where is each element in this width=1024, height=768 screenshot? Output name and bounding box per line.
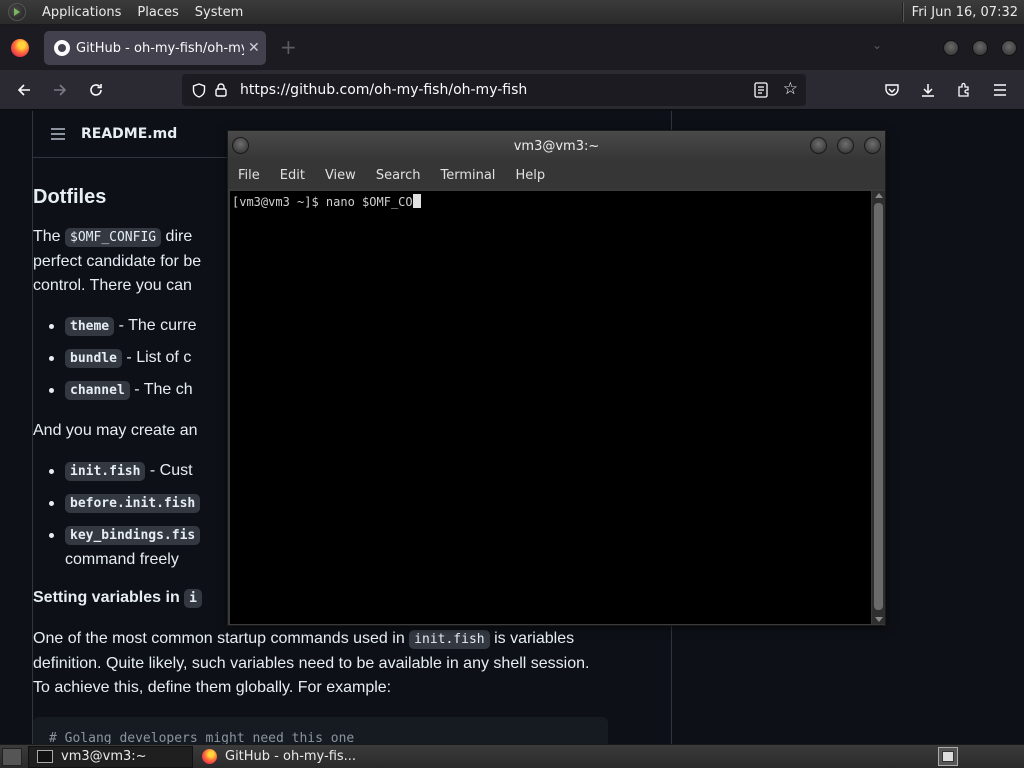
menu-view[interactable]: View: [315, 168, 366, 183]
browser-tab-strip: GitHub - oh-my-fish/oh-my ✕ + ⌄: [0, 25, 1024, 70]
scroll-down-arrow-icon[interactable]: [875, 617, 883, 622]
inline-code: channel: [65, 381, 130, 400]
firefox-icon: [202, 749, 217, 764]
tab-close-icon[interactable]: ✕: [248, 40, 260, 56]
minimize-window-button[interactable]: [943, 40, 959, 56]
workspace-switcher[interactable]: [938, 747, 958, 766]
lock-icon[interactable]: [210, 83, 232, 97]
minimize-window-button[interactable]: [810, 137, 827, 154]
top-panel: Applications Places System Fri Jun 16, 0…: [0, 0, 1024, 25]
browser-nav-bar: https://github.com/oh-my-fish/oh-my-fish…: [0, 70, 1024, 110]
terminal-cursor: [412, 194, 421, 208]
maximize-window-button[interactable]: [972, 40, 988, 56]
terminal-output[interactable]: [vm3@vm3 ~]$ nano $OMF_CO: [230, 191, 871, 624]
variables-paragraph: One of the most common startup commands …: [33, 627, 613, 700]
terminal-prompt-line: [vm3@vm3 ~]$ nano $OMF_CO: [232, 195, 413, 209]
readme-filename: README.md: [81, 126, 178, 142]
menu-edit[interactable]: Edit: [270, 168, 315, 183]
bottom-panel: vm3@vm3:~ GitHub - oh-my-fis...: [0, 744, 1024, 768]
list-item-text: command freely: [65, 551, 179, 568]
menu-search[interactable]: Search: [366, 168, 431, 183]
scroll-up-arrow-icon[interactable]: [875, 193, 883, 198]
bookmark-star-icon[interactable]: ☆: [783, 79, 798, 99]
inline-code: bundle: [65, 349, 122, 368]
clock[interactable]: Fri Jun 16, 07:32: [912, 5, 1018, 20]
new-tab-button[interactable]: +: [280, 37, 297, 57]
list-item-text: - Cust: [145, 462, 193, 479]
extensions-icon[interactable]: [952, 78, 976, 102]
window-menu-button[interactable]: [232, 137, 249, 154]
reader-view-icon[interactable]: [754, 82, 768, 102]
forward-arrow-icon[interactable]: [48, 78, 72, 102]
pocket-icon[interactable]: [880, 78, 904, 102]
list-all-tabs-icon[interactable]: ⌄: [872, 38, 882, 52]
list-item-text: - The ch: [129, 381, 193, 398]
paragraph-text: The: [33, 228, 66, 245]
downloads-icon[interactable]: [916, 78, 940, 102]
places-menu[interactable]: Places: [129, 0, 186, 25]
paragraph-text: dire: [161, 228, 193, 245]
heading-text: Setting variables in: [33, 589, 180, 606]
terminal-window[interactable]: vm3@vm3:~ File Edit View Search Terminal…: [227, 130, 886, 626]
terminal-scrollbar[interactable]: [872, 191, 885, 624]
terminal-titlebar[interactable]: vm3@vm3:~: [228, 131, 885, 161]
tracking-protection-shield-icon[interactable]: [188, 82, 210, 98]
paragraph-text: definition. Quite likely, such variables…: [33, 655, 590, 672]
menu-help[interactable]: Help: [505, 168, 555, 183]
paragraph-text: One of the most common startup commands …: [33, 630, 410, 647]
paragraph-text: perfect candidate for be: [33, 253, 202, 270]
taskbar-label: GitHub - oh-my-fis...: [225, 749, 357, 764]
show-desktop-button[interactable]: [2, 747, 22, 766]
paragraph-text: control. There you can: [33, 277, 192, 294]
paragraph-text: To achieve this, define them globally. F…: [33, 679, 392, 696]
terminal-icon: [37, 750, 53, 763]
github-favicon-icon: [54, 40, 70, 56]
inline-code: init.fish: [65, 462, 146, 481]
terminal-menubar: File Edit View Search Terminal Help: [228, 161, 885, 189]
code-block: # Golang developers might need this one: [33, 717, 608, 744]
tab-title: GitHub - oh-my-fish/oh-my: [76, 40, 244, 56]
close-window-button[interactable]: [1001, 40, 1017, 56]
list-item-text: - The curre: [114, 317, 197, 334]
panel-separator: [901, 2, 904, 22]
taskbar-item-firefox[interactable]: GitHub - oh-my-fis...: [193, 746, 365, 768]
distro-logo-icon[interactable]: [8, 3, 26, 21]
terminal-title: vm3@vm3:~: [513, 138, 600, 154]
close-window-button[interactable]: [864, 137, 881, 154]
url-bar[interactable]: https://github.com/oh-my-fish/oh-my-fish…: [182, 74, 806, 106]
inline-code: key_bindings.fis: [65, 526, 201, 545]
inline-code: init.fish: [409, 630, 490, 649]
tab-github[interactable]: GitHub - oh-my-fish/oh-my ✕: [44, 31, 266, 65]
menu-terminal[interactable]: Terminal: [430, 168, 505, 183]
paragraph-text: is variables: [489, 630, 575, 647]
code-comment: # Golang developers might need this one: [49, 731, 355, 744]
inline-code: before.init.fish: [65, 494, 201, 513]
maximize-window-button[interactable]: [837, 137, 854, 154]
menu-file[interactable]: File: [228, 168, 270, 183]
firefox-view-icon[interactable]: [11, 38, 29, 57]
system-menu[interactable]: System: [187, 0, 251, 25]
back-arrow-icon[interactable]: [12, 78, 36, 102]
taskbar-item-terminal[interactable]: vm3@vm3:~: [28, 745, 193, 768]
taskbar-label: vm3@vm3:~: [61, 749, 147, 764]
scrollbar-thumb[interactable]: [874, 203, 883, 610]
outline-list-icon[interactable]: [51, 128, 65, 140]
applications-menu[interactable]: Applications: [34, 0, 129, 25]
app-menu-icon[interactable]: [988, 78, 1012, 102]
list-item-text: - List of c: [121, 349, 192, 366]
inline-code: theme: [65, 317, 115, 336]
url-text[interactable]: https://github.com/oh-my-fish/oh-my-fish: [240, 82, 527, 98]
inline-code: i: [184, 589, 202, 608]
reload-icon[interactable]: [84, 78, 108, 102]
inline-code: $OMF_CONFIG: [65, 228, 162, 247]
